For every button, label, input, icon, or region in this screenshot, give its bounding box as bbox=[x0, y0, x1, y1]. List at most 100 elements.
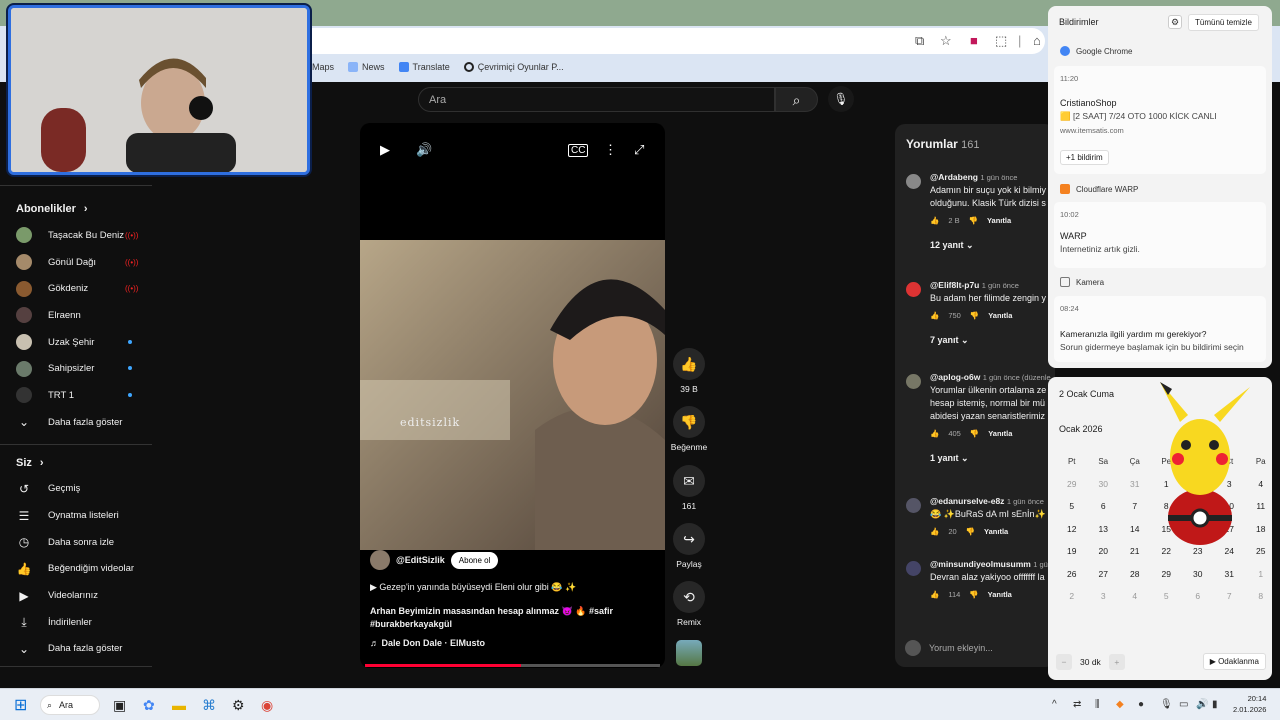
dislike-button[interactable]: 👎 Beğenme bbox=[670, 406, 708, 452]
bookmark-maps[interactable]: Maps bbox=[312, 62, 334, 72]
calendar-day[interactable]: 6 bbox=[1182, 591, 1214, 601]
comment-author[interactable]: @Elif8lt-p7u 1 gün önce bbox=[930, 280, 1055, 290]
lock-icon[interactable]: ⌂ bbox=[1033, 33, 1041, 48]
clock[interactable]: 20:14 2.01.2026 bbox=[1233, 693, 1266, 715]
sidebar-channel[interactable]: Sahipsizler bbox=[0, 355, 160, 382]
bookmark-news[interactable]: News bbox=[348, 62, 385, 72]
tray-app-icon[interactable]: ● bbox=[1138, 699, 1144, 710]
calendar-day[interactable]: 31 bbox=[1214, 569, 1246, 579]
reply-button[interactable]: Yanıtla bbox=[988, 311, 1012, 320]
sidebar-channel[interactable]: Uzak Şehir bbox=[0, 329, 160, 356]
sidebar-channel[interactable]: Elraenn bbox=[0, 302, 160, 329]
subscriptions-header[interactable]: Abonelikler › bbox=[0, 196, 160, 222]
calendar-day[interactable]: 30 bbox=[1182, 569, 1214, 579]
calendar-day[interactable]: 28 bbox=[1119, 569, 1151, 579]
you-header[interactable]: Siz › bbox=[0, 450, 160, 476]
chrome-icon[interactable]: ◉ bbox=[261, 697, 273, 714]
calendar-day[interactable]: 19 bbox=[1056, 546, 1088, 556]
video-title[interactable]: ▶ Gezep'in yanında büyüseydi Eleni olur … bbox=[370, 582, 620, 593]
bookmark-translate[interactable]: Translate bbox=[398, 62, 450, 72]
comment-button[interactable]: ✉ 161 bbox=[670, 465, 708, 511]
calendar-day[interactable]: 7 bbox=[1214, 591, 1246, 601]
extension-icon[interactable]: ■ bbox=[970, 33, 978, 48]
like-button[interactable]: 👍 39 B bbox=[670, 348, 708, 394]
camera-notification[interactable]: 08:24 Kameranızla ilgili yardım mı gerek… bbox=[1054, 296, 1266, 362]
calendar-day[interactable]: 23 bbox=[1182, 546, 1214, 556]
sidebar-item-chevron-down[interactable]: ⌄ Daha fazla göster bbox=[0, 636, 160, 663]
focus-button[interactable]: ▶ Odaklanma bbox=[1202, 653, 1266, 670]
channel-name[interactable]: @EditSizlik bbox=[396, 555, 445, 565]
calendar-day[interactable]: 8 bbox=[1245, 591, 1277, 601]
warp-notification[interactable]: 10:02 WARP İnternetiniz artık gizli. bbox=[1054, 202, 1266, 268]
dislike-icon[interactable]: 👎 bbox=[966, 527, 975, 536]
avatar[interactable] bbox=[906, 174, 921, 189]
taskbar-search[interactable]: ⌕ Ara bbox=[40, 695, 100, 715]
comment-author[interactable]: @aplog-o6w 1 gün önce (düzenle bbox=[930, 372, 1055, 382]
like-icon[interactable]: 👍 bbox=[930, 527, 939, 536]
sidebar-item-history[interactable]: ↺ Geçmiş bbox=[0, 476, 160, 503]
settings-icon[interactable]: ⚙ bbox=[232, 697, 245, 714]
like-icon[interactable]: 👍 bbox=[930, 216, 939, 225]
comment-input[interactable]: Yorum ekleyin... bbox=[905, 640, 993, 656]
copilot-icon[interactable]: ✿ bbox=[143, 697, 155, 714]
progress-bar[interactable] bbox=[365, 664, 660, 667]
sidebar-channel[interactable]: TRT 1 bbox=[0, 382, 160, 409]
channel-avatar[interactable] bbox=[370, 550, 390, 570]
calendar-day[interactable]: 29 bbox=[1056, 479, 1088, 489]
calendar-day[interactable]: 12 bbox=[1056, 524, 1088, 534]
view-replies-button[interactable]: 1 yanıt ⌄ bbox=[930, 453, 1055, 464]
avatar[interactable] bbox=[906, 498, 921, 513]
calendar-day[interactable]: 6 bbox=[1088, 501, 1120, 511]
captions-icon[interactable]: CC bbox=[568, 144, 589, 157]
calendar-day[interactable]: 29 bbox=[1151, 569, 1183, 579]
reply-button[interactable]: Yanıtla bbox=[988, 429, 1012, 438]
shorts-player[interactable]: ▶ 🔊 CC ⋮ ⤢ editsizlik @EditSizlik Abone … bbox=[360, 123, 665, 668]
reply-button[interactable]: Yanıtla bbox=[988, 590, 1012, 599]
reply-button[interactable]: Yanıtla bbox=[984, 527, 1008, 536]
reply-button[interactable]: Yanıtla bbox=[987, 216, 1011, 225]
calendar-day[interactable]: 24 bbox=[1214, 546, 1246, 556]
dislike-icon[interactable]: 👎 bbox=[969, 216, 978, 225]
tray-app-icon[interactable]: ⫼ bbox=[1095, 699, 1100, 710]
sidebar-item-thumb-up[interactable]: 👍 Beğendiğim videolar bbox=[0, 556, 160, 583]
share-button[interactable]: ↪ Paylaş bbox=[670, 523, 708, 569]
sidebar-channel[interactable]: Taşacak Bu Deniz ((•)) bbox=[0, 222, 160, 249]
sidebar-channel[interactable]: Gökdeniz ((•)) bbox=[0, 275, 160, 302]
task-view-icon[interactable]: ▣ bbox=[113, 697, 126, 714]
sidebar-item-playlist[interactable]: ☰ Oynatma listeleri bbox=[0, 502, 160, 529]
avatar[interactable] bbox=[906, 561, 921, 576]
calendar-day[interactable]: 20 bbox=[1088, 546, 1120, 556]
calendar-day[interactable]: 2 bbox=[1056, 591, 1088, 601]
bookmark-star-icon[interactable]: ☆ bbox=[940, 33, 952, 49]
voice-search-button[interactable]: 🎙 bbox=[828, 86, 854, 112]
network-app-icon[interactable]: ⌘ bbox=[202, 697, 216, 714]
calendar-day[interactable]: 21 bbox=[1119, 546, 1151, 556]
search-input[interactable]: Ara bbox=[418, 87, 775, 112]
minus-icon[interactable]: − bbox=[1056, 653, 1072, 670]
sidebar-item-video[interactable]: ▶ Videolarınız bbox=[0, 582, 160, 609]
like-icon[interactable]: 👍 bbox=[930, 311, 939, 320]
search-button[interactable]: ⌕ bbox=[775, 87, 818, 112]
bookmark-games[interactable]: Çevrimiçi Oyunlar P... bbox=[463, 62, 564, 72]
play-icon[interactable]: ▶ bbox=[380, 142, 390, 158]
install-icon[interactable]: ⧉ bbox=[915, 33, 924, 49]
calendar-day[interactable]: 22 bbox=[1151, 546, 1183, 556]
battery-icon[interactable]: ▮ bbox=[1212, 699, 1218, 710]
cloudflare-icon[interactable]: ◆ bbox=[1116, 699, 1124, 710]
comment-author[interactable]: @Ardabeng 1 gün önce bbox=[930, 172, 1055, 182]
calendar-day[interactable]: 26 bbox=[1056, 569, 1088, 579]
mic-icon[interactable]: 🎙 bbox=[1160, 699, 1173, 710]
sound-thumbnail[interactable] bbox=[676, 640, 702, 666]
comment-author[interactable]: @edanurselve-e8z 1 gün önce bbox=[930, 496, 1055, 506]
dislike-icon[interactable]: 👎 bbox=[969, 590, 978, 599]
calendar-day[interactable]: 5 bbox=[1056, 501, 1088, 511]
file-explorer-icon[interactable]: ▬ bbox=[172, 697, 186, 713]
like-icon[interactable]: 👍 bbox=[930, 429, 939, 438]
view-replies-button[interactable]: 7 yanıt ⌄ bbox=[930, 335, 1055, 346]
display-icon[interactable]: ▭ bbox=[1179, 699, 1188, 710]
windows-start-icon[interactable]: ⊞ bbox=[14, 695, 27, 715]
sidebar-item-download[interactable]: ⤓ İndirilenler bbox=[0, 609, 160, 636]
music-label[interactable]: ♬ Dale Don Dale · ElMusto bbox=[370, 638, 485, 648]
sidebar-channel[interactable]: Gönül Dağı ((•)) bbox=[0, 249, 160, 276]
volume-icon[interactable]: 🔊 bbox=[1196, 699, 1208, 710]
